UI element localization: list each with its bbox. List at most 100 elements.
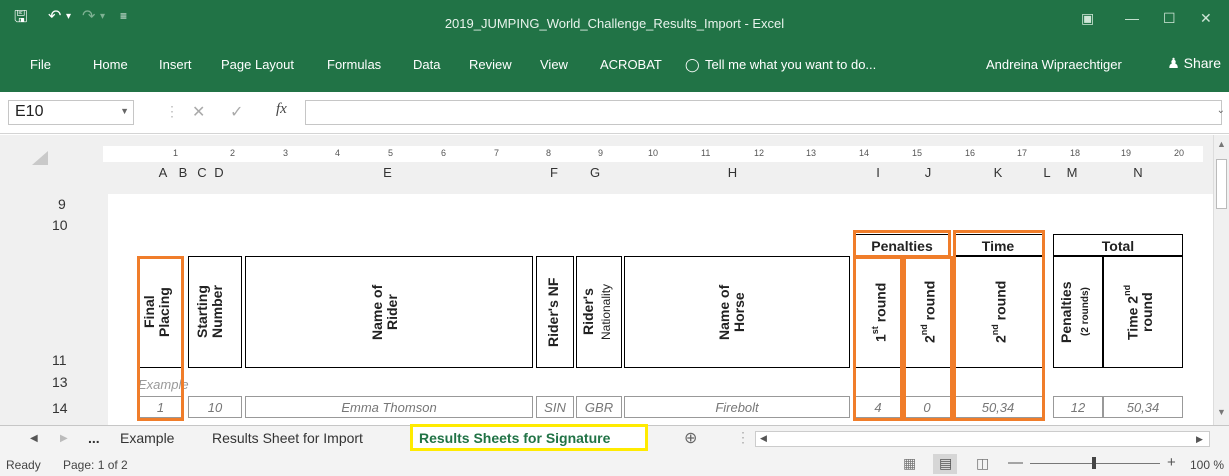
page-layout-sheet[interactable]: Penalties Time Total Final Placing Start…	[108, 194, 1213, 425]
highlight-penalties	[853, 230, 951, 258]
example-pen-total: 12	[1070, 400, 1086, 415]
cancel-icon[interactable]: ✕	[192, 102, 205, 122]
tab-review[interactable]: Review	[469, 57, 512, 72]
example-horse: Firebolt	[715, 400, 759, 415]
expand-formula-icon[interactable]: ⌄	[1217, 105, 1225, 116]
time-total-sup: nd	[1122, 284, 1132, 296]
scroll-right-icon[interactable]: ▶	[1196, 434, 1203, 445]
maximize-icon[interactable]: ☐	[1163, 10, 1176, 27]
column-header-f[interactable]: F	[536, 161, 572, 184]
tab-acrobat[interactable]: ACROBAT	[600, 57, 662, 72]
row-header-13[interactable]: 13	[52, 374, 68, 390]
separator-dots-icon: ⋮	[165, 103, 179, 119]
fx-icon[interactable]: fx	[276, 101, 287, 118]
row-header-9[interactable]: 9	[58, 196, 66, 212]
page-layout-view-icon[interactable]: ▤	[933, 454, 957, 474]
tab-file[interactable]: File	[30, 57, 51, 72]
highlight-final-placing	[137, 256, 184, 421]
sheet-tab-results-import[interactable]: Results Sheet for Import	[212, 430, 363, 446]
ruler-mark: 15	[912, 148, 923, 158]
status-bar: Ready Page: 1 of 2 ▦ ▤ ◫ — + 100 %	[0, 452, 1229, 476]
penalties-total-label: Penalties	[1058, 281, 1074, 343]
separator-dots-icon: ⋮	[736, 429, 750, 445]
column-header-k[interactable]: K	[953, 161, 1043, 184]
column-header-c[interactable]: C	[192, 161, 212, 184]
zoom-level[interactable]: 100 %	[1190, 458, 1224, 472]
next-sheet-icon[interactable]: ▶	[60, 433, 68, 444]
normal-view-icon[interactable]: ▦	[903, 455, 916, 472]
time-total-label-a: Time 2nd	[1120, 260, 1141, 364]
row-header-10[interactable]: 10	[52, 217, 68, 233]
scroll-up-icon[interactable]: ▲	[1217, 139, 1226, 149]
example-nf: SIN	[544, 400, 566, 415]
zoom-slider-thumb[interactable]	[1092, 457, 1096, 469]
total-header: Total	[1101, 238, 1135, 254]
tab-home[interactable]: Home	[93, 57, 128, 72]
zoom-out-icon[interactable]: —	[1008, 454, 1023, 471]
starting-number-label: Starting Number	[194, 285, 225, 339]
ruler-mark: 6	[441, 148, 447, 158]
sheet-tab-bar: ◀ ▶ ... Example Results Sheet for Import…	[0, 424, 1229, 452]
enter-icon[interactable]: ✓	[230, 102, 243, 122]
column-header-n[interactable]: N	[1098, 161, 1178, 184]
formula-bar: E10 ▼ ⋮ ✕ ✓ fx ⌄	[0, 92, 1229, 134]
page-break-view-icon[interactable]: ◫	[976, 455, 989, 472]
column-header-d[interactable]: D	[212, 161, 226, 184]
column-header-m[interactable]: M	[1052, 161, 1092, 184]
column-header-g[interactable]: G	[575, 161, 615, 184]
row-header-11[interactable]: 11	[52, 352, 67, 368]
sheet-tab-example[interactable]: Example	[120, 430, 174, 446]
add-sheet-icon[interactable]: ⊕	[684, 428, 697, 448]
tab-page-layout[interactable]: Page Layout	[221, 57, 294, 72]
tell-me-box[interactable]: Tell me what you want to do...	[705, 57, 876, 72]
sheet-tab-results-signature[interactable]: Results Sheets for Signature	[410, 424, 648, 451]
document-title: 2019_JUMPING_World_Challenge_Results_Imp…	[444, 16, 785, 31]
scroll-left-icon[interactable]: ◀	[760, 433, 767, 444]
time-total-label-b: round	[1139, 292, 1155, 332]
ruler-mark: 13	[806, 148, 817, 158]
ribbon-display-icon[interactable]: ▣	[1081, 10, 1094, 27]
more-sheets-button[interactable]: ...	[88, 430, 100, 446]
column-header-b[interactable]: B	[176, 161, 190, 184]
person-icon: ♟	[1167, 55, 1180, 71]
share-button[interactable]: ♟ Share	[1167, 55, 1221, 72]
tab-data[interactable]: Data	[413, 57, 440, 72]
tab-insert[interactable]: Insert	[159, 57, 192, 72]
close-icon[interactable]: ✕	[1200, 10, 1212, 27]
column-header-a[interactable]: A	[154, 161, 172, 184]
row-header-14[interactable]: 14	[52, 400, 68, 416]
tab-formulas[interactable]: Formulas	[327, 57, 381, 72]
tab-view[interactable]: View	[540, 57, 568, 72]
scroll-down-icon[interactable]: ▼	[1217, 407, 1226, 417]
ruler-mark: 4	[335, 148, 341, 158]
ruler-mark: 16	[965, 148, 976, 158]
active-sheet-label: Results Sheets for Signature	[419, 430, 611, 446]
name-box[interactable]: E10 ▼	[8, 100, 134, 125]
prev-sheet-icon[interactable]: ◀	[30, 433, 38, 444]
column-header-h[interactable]: H	[620, 161, 845, 184]
column-header-i[interactable]: I	[853, 161, 903, 184]
highlight-round2	[903, 256, 953, 421]
horizontal-ruler: 1 2 3 4 5 6 7 8 9 10 11 12 13 14 15 16 1…	[103, 146, 1203, 162]
zoom-in-icon[interactable]: +	[1167, 454, 1176, 471]
worksheet-area[interactable]: 1 2 3 4 5 6 7 8 9 10 11 12 13 14 15 16 1…	[0, 135, 1213, 425]
ruler-mark: 19	[1121, 148, 1132, 158]
minimize-icon[interactable]: —	[1125, 10, 1139, 26]
ruler-mark: 5	[388, 148, 394, 158]
ruler-mark: 12	[754, 148, 765, 158]
riders-nationality-label-a: Rider's	[580, 288, 596, 336]
user-name[interactable]: Andreina Wipraechtiger	[986, 57, 1122, 72]
horizontal-scrollbar[interactable]: ◀	[755, 431, 1210, 447]
chevron-down-icon[interactable]: ▼	[120, 106, 129, 116]
lightbulb-icon: ◯	[685, 57, 700, 72]
vertical-scrollbar[interactable]: ▲ ▼	[1213, 135, 1229, 425]
column-header-j[interactable]: J	[903, 161, 953, 184]
scroll-thumb[interactable]	[1216, 159, 1227, 209]
riders-nationality-label-b: Nationality	[599, 283, 613, 341]
highlight-round1	[853, 256, 903, 421]
column-header-e[interactable]: E	[245, 161, 530, 184]
ruler-mark: 11	[701, 148, 711, 158]
formula-input[interactable]	[305, 100, 1222, 125]
ruler-mark: 1	[173, 148, 179, 158]
example-start-no: 10	[207, 400, 223, 415]
